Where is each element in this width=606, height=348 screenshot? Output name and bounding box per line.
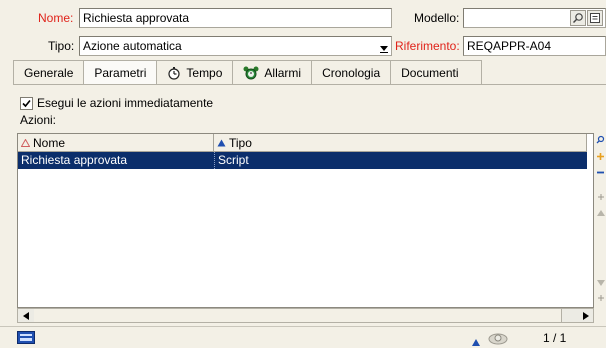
scroll-left-icon[interactable] (18, 309, 33, 322)
expand-icon[interactable] (595, 192, 606, 202)
tab-cronologia[interactable]: Cronologia (312, 60, 392, 84)
tipo-label: Tipo: (48, 39, 75, 53)
add-icon[interactable] (595, 150, 606, 162)
tab-generale[interactable]: Generale (13, 60, 85, 84)
nome-label: Nome: (38, 11, 74, 25)
cell-tipo: Script (214, 152, 587, 169)
tab-divider (13, 84, 606, 85)
sort-asc-icon (217, 136, 226, 150)
tab-label: Cronologia (322, 65, 381, 80)
column-header-label: Nome (33, 135, 66, 150)
tab-parametri[interactable]: Parametri (84, 60, 158, 85)
sort-up-icon[interactable] (472, 335, 480, 348)
column-header-nome[interactable]: Nome (18, 134, 214, 152)
stopwatch-icon (167, 66, 181, 80)
remove-icon[interactable] (595, 166, 606, 178)
modello-field[interactable] (463, 8, 606, 28)
riferimento-label: Riferimento: (395, 39, 460, 53)
tab-label: Documenti (401, 65, 459, 80)
tab-label: Allarmi (264, 65, 302, 80)
horizontal-scrollbar[interactable] (17, 308, 594, 323)
screen-icon[interactable] (17, 331, 35, 347)
status-bar: 1 / 1 (0, 326, 606, 348)
modello-label: Modello: (414, 11, 460, 25)
history-icon[interactable] (487, 330, 509, 348)
riferimento-field[interactable]: REQAPPR-A04 (463, 36, 606, 56)
column-header-label: Tipo (229, 135, 252, 150)
tab-allarmi[interactable]: Allarmi (233, 60, 313, 84)
exec-checkbox-row[interactable]: Esegui le azioni immediatamente (20, 94, 213, 112)
move-up-icon[interactable] (595, 208, 606, 218)
exec-checkbox-label: Esegui le azioni immediatamente (37, 96, 214, 110)
tab-label: Generale (24, 65, 74, 80)
tab-tempo[interactable]: Tempo (157, 60, 234, 84)
page-indicator: 1 / 1 (543, 331, 567, 345)
tab-label: Tempo (186, 65, 223, 80)
scroll-right-icon[interactable] (578, 309, 593, 322)
tipo-select[interactable]: Azione automatica (79, 36, 392, 56)
exec-checkbox[interactable] (20, 96, 33, 110)
move-down-icon[interactable] (595, 278, 606, 288)
collapse-icon[interactable] (595, 293, 606, 303)
tipo-value: Azione automatica (83, 39, 182, 53)
tab-bar: Generale Parametri Tempo Allarmi Cronolo… (13, 60, 482, 85)
alarm-clock-icon (243, 66, 259, 80)
tab-label: Parametri (94, 66, 147, 80)
zoom-icon[interactable] (595, 133, 606, 145)
table-row[interactable]: Richiesta approvata Script (18, 152, 587, 169)
dropdown-arrow-icon[interactable] (380, 42, 388, 56)
nome-field[interactable]: Richiesta approvata (79, 8, 392, 28)
search-icon[interactable] (570, 10, 586, 26)
cell-nome: Richiesta approvata (21, 153, 128, 167)
actions-label: Azioni: (20, 113, 57, 127)
column-header-tipo[interactable]: Tipo (214, 134, 587, 152)
sort-neutral-icon (20, 136, 31, 150)
scroll-thumb[interactable] (34, 309, 562, 322)
tab-documenti[interactable]: Documenti (391, 60, 482, 84)
detail-icon[interactable] (587, 10, 603, 26)
actions-list[interactable]: Nome Tipo Richiesta approvata Script (17, 133, 594, 308)
